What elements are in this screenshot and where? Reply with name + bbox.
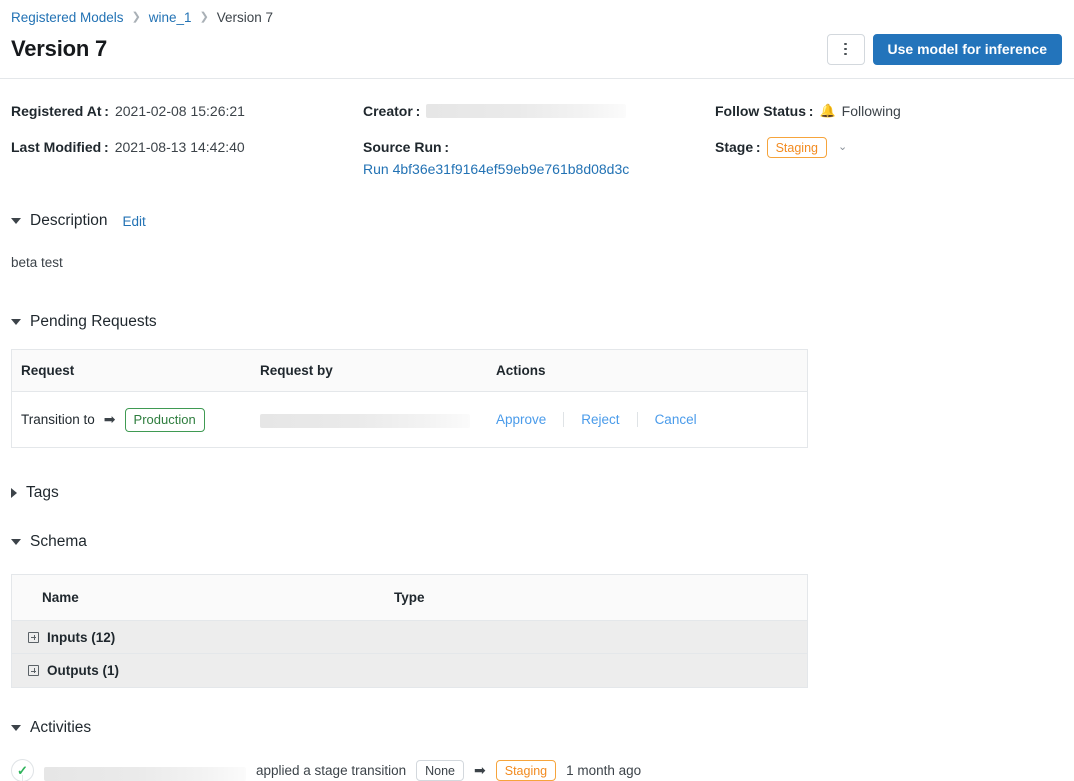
column-header-actions: Actions [496, 363, 546, 378]
edit-description-link[interactable]: Edit [123, 214, 146, 229]
pending-requests-table: Request Request by Actions Transition to… [11, 349, 808, 448]
page-title: Version 7 [11, 36, 108, 61]
request-by-value-redacted [260, 414, 470, 428]
approve-button[interactable]: Approve [496, 412, 546, 427]
section-title-schema: Schema [30, 533, 87, 550]
section-title-description: Description [30, 212, 108, 229]
registered-at-value: 2021-02-08 15:26:21 [114, 103, 245, 119]
source-run-label: Source Run : [363, 139, 450, 155]
section-title-pending-requests: Pending Requests [30, 313, 157, 330]
follow-status-label: Follow Status : [715, 103, 814, 119]
activity-timeline-line [22, 775, 23, 781]
breadcrumb-item-registered-models[interactable]: Registered Models [11, 10, 124, 25]
chevron-down-icon [11, 319, 21, 325]
registered-at-field: Registered At : 2021-02-08 15:26:21 [11, 101, 363, 121]
chevron-right-icon [11, 488, 17, 498]
status-badge-from-stage: None [416, 760, 464, 781]
activity-user-redacted [44, 766, 246, 781]
section-header-activities[interactable]: Activities [0, 719, 1074, 737]
column-header-name: Name [42, 590, 79, 605]
activity-timestamp: 1 month ago [566, 763, 642, 778]
registered-at-label: Registered At : [11, 103, 109, 119]
section-title-activities: Activities [30, 719, 92, 736]
request-cell: Transition to ➡ Production [12, 407, 260, 432]
version-metadata: Registered At : 2021-02-08 15:26:21 Crea… [0, 79, 1074, 179]
table-header-row: Name Type [12, 575, 807, 621]
table-row: Transition to ➡ Production Approve Rejec… [12, 392, 807, 448]
stage-label: Stage : [715, 139, 761, 155]
status-badge-target-stage: Production [124, 407, 205, 432]
column-header-request-by: Request by [260, 363, 333, 378]
section-header-pending-requests[interactable]: Pending Requests [0, 313, 1074, 331]
breadcrumb-item-model[interactable]: wine_1 [149, 10, 192, 25]
request-by-cell [260, 411, 496, 428]
table-row-inputs[interactable]: Inputs (12) [12, 621, 807, 654]
use-model-for-inference-button[interactable]: Use model for inference [872, 33, 1062, 65]
breadcrumb: Registered Models ❯ wine_1 ❯ Version 7 [0, 0, 1074, 28]
chevron-down-icon[interactable]: ⌄ [838, 137, 847, 157]
arrow-right-icon: ➡ [103, 411, 116, 427]
chevron-down-icon [11, 218, 21, 224]
schema-inputs-label: Inputs (12) [47, 629, 116, 645]
activity-text: applied a stage transition [256, 763, 407, 778]
column-header-type: Type [394, 590, 425, 605]
model-version-page: Registered Models ❯ wine_1 ❯ Version 7 V… [0, 0, 1074, 781]
cancel-button[interactable]: Cancel [655, 412, 697, 427]
action-divider [636, 412, 638, 427]
creator-value-redacted [426, 104, 627, 118]
reject-button[interactable]: Reject [581, 412, 619, 427]
bell-icon: 🔔 [819, 103, 836, 118]
list-item-activity: ✓ applied a stage transition None ➡ Stag… [0, 759, 1074, 781]
table-header-row: Request Request by Actions [12, 350, 807, 392]
breadcrumb-separator-icon: ❯ [199, 10, 209, 23]
plus-square-icon[interactable] [28, 665, 39, 676]
follow-status-field: Follow Status : 🔔 Following [715, 101, 1074, 121]
chevron-down-icon [11, 539, 21, 545]
page-header: Version 7 Use model for inference [0, 28, 1074, 70]
overflow-menu-button[interactable] [826, 33, 865, 65]
table-row-outputs[interactable]: Outputs (1) [12, 654, 807, 687]
chevron-down-icon [11, 725, 21, 731]
follow-status-value[interactable]: Following [842, 101, 901, 121]
stage-field: Stage : Staging ⌄ [715, 137, 1074, 179]
breadcrumb-separator-icon: ❯ [131, 10, 141, 23]
header-actions: Use model for inference [826, 33, 1062, 65]
last-modified-field: Last Modified : 2021-08-13 14:42:40 [11, 137, 363, 179]
status-badge-to-stage: Staging [495, 760, 557, 781]
section-title-tags: Tags [26, 484, 59, 501]
status-badge-stage[interactable]: Staging [766, 137, 827, 158]
actions-cell: Approve Reject Cancel [496, 412, 807, 427]
section-header-description[interactable]: Description Edit [0, 212, 1074, 230]
kebab-icon [844, 42, 847, 56]
section-header-tags[interactable]: Tags [0, 484, 1074, 502]
request-prefix-label: Transition to [21, 412, 95, 427]
source-run-field: Source Run : Run 4bf36e31f9164ef59eb9e76… [363, 137, 715, 179]
source-run-link[interactable]: Run 4bf36e31f9164ef59eb9e761b8d08d3c [363, 159, 629, 179]
schema-outputs-label: Outputs (1) [47, 663, 119, 678]
action-divider [563, 412, 565, 427]
schema-table: Name Type Inputs (12) Outputs (1) [11, 574, 808, 688]
last-modified-label: Last Modified : [11, 139, 109, 155]
plus-square-icon[interactable] [28, 631, 39, 643]
creator-label: Creator : [363, 103, 421, 119]
column-header-request: Request [21, 363, 75, 378]
breadcrumb-item-version: Version 7 [216, 9, 274, 25]
last-modified-value: 2021-08-13 14:42:40 [114, 139, 245, 155]
description-body: beta test [11, 255, 63, 270]
section-header-schema[interactable]: Schema [0, 533, 1074, 551]
creator-field: Creator : [363, 101, 715, 121]
arrow-right-icon: ➡ [474, 762, 486, 778]
